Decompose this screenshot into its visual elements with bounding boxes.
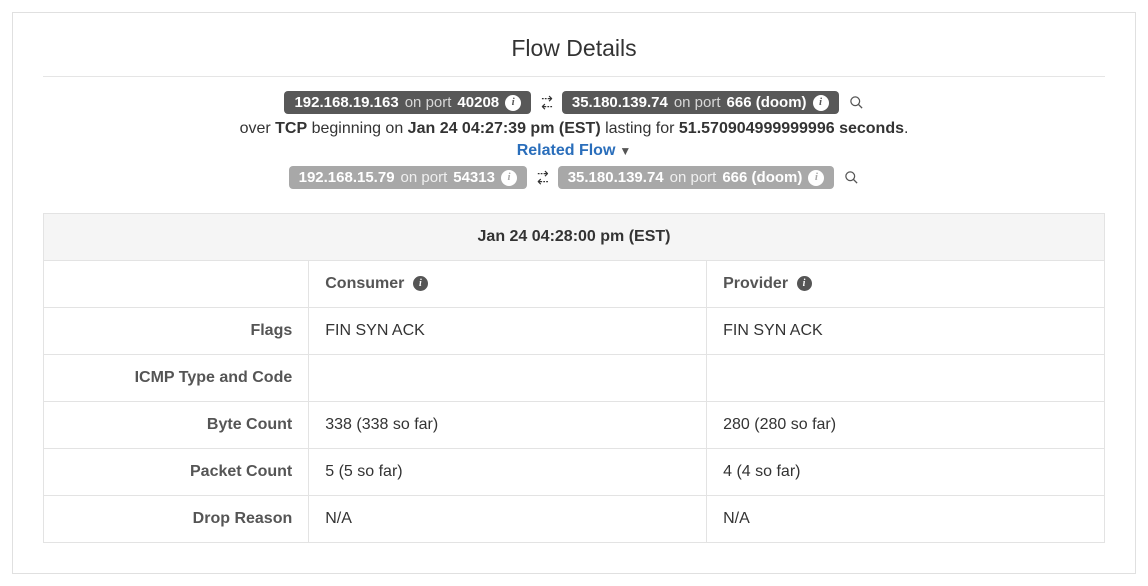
info-icon[interactable]: i	[501, 170, 517, 186]
table-header-provider: Provider i	[707, 261, 1105, 308]
info-icon[interactable]: i	[413, 276, 428, 291]
row-consumer	[309, 355, 707, 402]
row-label: Flags	[44, 308, 309, 355]
desc-begin-label: beginning on	[307, 120, 408, 137]
page-title: Flow Details	[43, 29, 1105, 76]
related-flow-line: 192.168.15.79 on port 54313 i ⇢⇠ 35.180.…	[43, 166, 1105, 189]
on-port-label: on port	[674, 94, 721, 111]
info-icon[interactable]: i	[505, 95, 521, 111]
table-row: ICMP Type and Code	[44, 355, 1105, 402]
row-provider: 280 (280 so far)	[707, 402, 1105, 449]
flow-summary: 192.168.19.163 on port 40208 i ⇢⇠ 35.180…	[43, 91, 1105, 189]
primary-dest-port: 666	[727, 94, 752, 111]
related-dest-ip: 35.180.139.74	[568, 169, 664, 186]
related-dest-endpoint[interactable]: 35.180.139.74 on port 666 (doom) i	[558, 166, 835, 189]
related-source-endpoint[interactable]: 192.168.15.79 on port 54313 i	[289, 166, 527, 189]
row-consumer: 5 (5 so far)	[309, 449, 707, 496]
flow-description: over TCP beginning on Jan 24 04:27:39 pm…	[43, 120, 1105, 138]
info-icon[interactable]: i	[808, 170, 824, 186]
primary-source-port: 40208	[457, 94, 499, 111]
on-port-label: on port	[401, 169, 448, 186]
row-label: Byte Count	[44, 402, 309, 449]
related-source-ip: 192.168.15.79	[299, 169, 395, 186]
related-dest-port-label: (doom)	[752, 169, 803, 186]
divider	[43, 76, 1105, 77]
bidirectional-icon: ⇢⇠	[537, 170, 548, 185]
info-icon[interactable]: i	[797, 276, 812, 291]
primary-flow-line: 192.168.19.163 on port 40208 i ⇢⇠ 35.180…	[43, 91, 1105, 114]
primary-source-endpoint[interactable]: 192.168.19.163 on port 40208 i	[284, 91, 531, 114]
table-row: Flags FIN SYN ACK FIN SYN ACK	[44, 308, 1105, 355]
desc-duration: 51.570904999999996 seconds	[679, 120, 904, 137]
related-dest-port: 666	[722, 169, 747, 186]
flow-details-panel: Flow Details 192.168.19.163 on port 4020…	[12, 12, 1136, 574]
info-icon[interactable]: i	[813, 95, 829, 111]
desc-over: over	[240, 120, 276, 137]
primary-source-ip: 192.168.19.163	[294, 94, 398, 111]
row-provider: FIN SYN ACK	[707, 308, 1105, 355]
on-port-label: on port	[405, 94, 452, 111]
desc-period: .	[904, 120, 908, 137]
table-row: Drop Reason N/A N/A	[44, 496, 1105, 543]
row-provider	[707, 355, 1105, 402]
row-label: Drop Reason	[44, 496, 309, 543]
related-flow-toggle[interactable]: Related Flow ▼	[517, 142, 632, 160]
table-timestamp: Jan 24 04:28:00 pm (EST)	[44, 214, 1105, 261]
chevron-down-icon: ▼	[619, 144, 631, 158]
row-provider: 4 (4 so far)	[707, 449, 1105, 496]
table-header-row: Consumer i Provider i	[44, 261, 1105, 308]
table-header-consumer: Consumer i	[309, 261, 707, 308]
related-source-port: 54313	[453, 169, 495, 186]
table-row: Packet Count 5 (5 so far) 4 (4 so far)	[44, 449, 1105, 496]
search-icon[interactable]	[849, 95, 864, 110]
row-provider: N/A	[707, 496, 1105, 543]
primary-dest-endpoint[interactable]: 35.180.139.74 on port 666 (doom) i	[562, 91, 839, 114]
flow-details-table: Jan 24 04:28:00 pm (EST) Consumer i Prov…	[43, 213, 1105, 543]
table-timestamp-row: Jan 24 04:28:00 pm (EST)	[44, 214, 1105, 261]
table-row: Byte Count 338 (338 so far) 280 (280 so …	[44, 402, 1105, 449]
primary-dest-ip: 35.180.139.74	[572, 94, 668, 111]
desc-lasting-label: lasting for	[601, 120, 679, 137]
bidirectional-icon: ⇢⇠	[541, 95, 552, 110]
primary-dest-port-label: (doom)	[756, 94, 807, 111]
row-consumer: 338 (338 so far)	[309, 402, 707, 449]
desc-begin-time: Jan 24 04:27:39 pm (EST)	[408, 120, 601, 137]
row-label: ICMP Type and Code	[44, 355, 309, 402]
on-port-label: on port	[670, 169, 717, 186]
row-consumer: N/A	[309, 496, 707, 543]
search-icon[interactable]	[844, 170, 859, 185]
row-consumer: FIN SYN ACK	[309, 308, 707, 355]
related-flow-label: Related Flow	[517, 142, 616, 160]
desc-protocol: TCP	[275, 120, 307, 137]
row-label: Packet Count	[44, 449, 309, 496]
table-header-blank	[44, 261, 309, 308]
